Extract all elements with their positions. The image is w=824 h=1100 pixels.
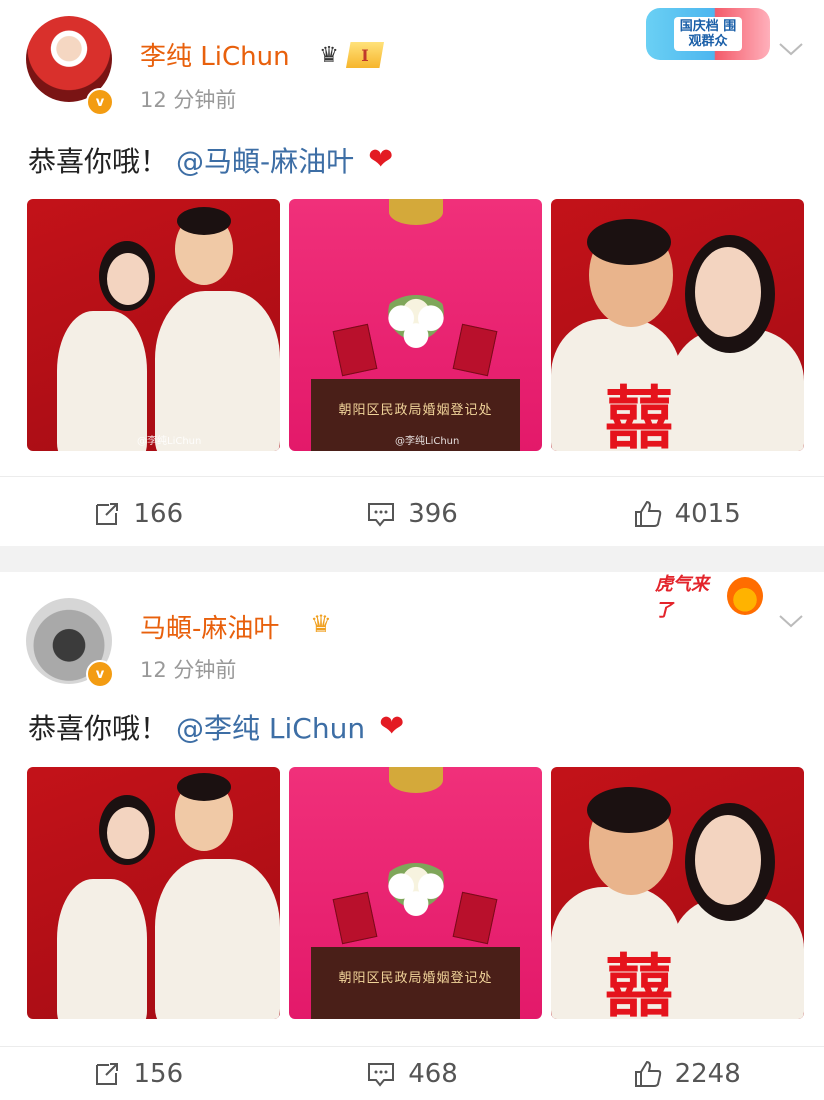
comment-button[interactable]: 468 [275, 1059, 550, 1089]
like-button[interactable]: 2248 [549, 1059, 824, 1089]
heart-icon: ❤ [379, 709, 405, 744]
level-badge: I [346, 42, 384, 68]
weibo-post: v 李纯 LiChun ♛ I 12 分钟前 国庆档 围观群众 恭喜你哦！ @马… [0, 0, 824, 546]
verified-badge: v [86, 660, 114, 688]
mention-link[interactable]: @马頔-麻油叶 [176, 140, 354, 180]
repost-icon [95, 1062, 118, 1085]
like-icon [634, 500, 661, 527]
post-body: 恭喜你哦！ [28, 145, 169, 178]
repost-icon [95, 503, 118, 525]
mention-link[interactable]: @李纯 LiChun [176, 707, 365, 747]
like-icon [634, 1060, 661, 1087]
comment-count: 468 [408, 1058, 458, 1089]
comment-icon [368, 1062, 395, 1087]
photo-registry[interactable]: 朝阳区民政局婚姻登记处 @李纯LiChun [289, 199, 542, 451]
podium-sign: 朝阳区民政局婚姻登记处 [338, 971, 493, 986]
like-button[interactable]: 4015 [549, 499, 824, 529]
xi-character: 囍 [604, 379, 673, 451]
comment-count: 396 [408, 499, 458, 529]
photo-watermark: @李纯LiChun [395, 436, 460, 447]
promo-label: 国庆档 围观群众 [674, 17, 742, 51]
username[interactable]: 李纯 LiChun [140, 36, 290, 73]
comment-icon [368, 503, 395, 527]
post-timestamp: 12 分钟前 [140, 88, 237, 112]
crown-icon: ♛ [310, 610, 332, 638]
repost-count: 156 [133, 1058, 184, 1089]
xi-character: 囍 [604, 947, 673, 1019]
photo-couple-kiss[interactable]: 囍 [551, 199, 804, 451]
photo-couple-portrait[interactable]: @李纯LiChun [27, 199, 280, 451]
like-count: 4015 [674, 499, 741, 529]
photo-couple-portrait[interactable] [27, 767, 280, 1019]
crown-icon: ♛ [319, 42, 339, 68]
member-badge[interactable]: ♛ I [312, 38, 384, 72]
photo-couple-kiss[interactable]: 囍 [551, 767, 804, 1019]
action-bar: 156 468 2248 [0, 1046, 824, 1100]
photo-registry[interactable]: 朝阳区民政局婚姻登记处 [289, 767, 542, 1019]
paw-icon [727, 577, 763, 615]
action-bar: 166 396 4015 [0, 476, 824, 551]
photo-grid: @李纯LiChun 朝阳区民政局婚姻登记处 @李纯LiChun 囍 [27, 199, 804, 451]
repost-button[interactable]: 166 [0, 499, 275, 529]
photo-grid: 朝阳区民政局婚姻登记处 囍 [27, 767, 804, 1019]
podium-sign: 朝阳区民政局婚姻登记处 [338, 403, 493, 418]
username[interactable]: 马頔-麻油叶 [140, 608, 279, 645]
post-text: 恭喜你哦！ @马頔-麻油叶 ❤ [28, 140, 393, 180]
promo-badge[interactable]: 虎气来了 [655, 573, 763, 621]
repost-count: 166 [133, 499, 184, 529]
promo-badge[interactable]: 国庆档 围观群众 [646, 8, 770, 60]
photo-watermark: @李纯LiChun [137, 436, 202, 447]
chevron-down-icon[interactable] [778, 608, 804, 634]
repost-button[interactable]: 156 [0, 1059, 275, 1089]
promo-label: 虎气来了 [655, 574, 709, 621]
post-timestamp: 12 分钟前 [140, 658, 237, 682]
post-text: 恭喜你哦！ @李纯 LiChun ❤ [28, 707, 404, 747]
comment-button[interactable]: 396 [275, 499, 550, 529]
like-count: 2248 [674, 1058, 741, 1089]
weibo-post: v 马頔-麻油叶 12 分钟前 恭喜你哦！ @李纯 LiChun ❤ 朝阳区民政… [0, 572, 824, 1099]
verified-badge: v [86, 88, 114, 116]
post-body: 恭喜你哦！ [28, 712, 169, 745]
heart-icon: ❤ [368, 142, 394, 177]
chevron-down-icon[interactable] [778, 36, 804, 62]
